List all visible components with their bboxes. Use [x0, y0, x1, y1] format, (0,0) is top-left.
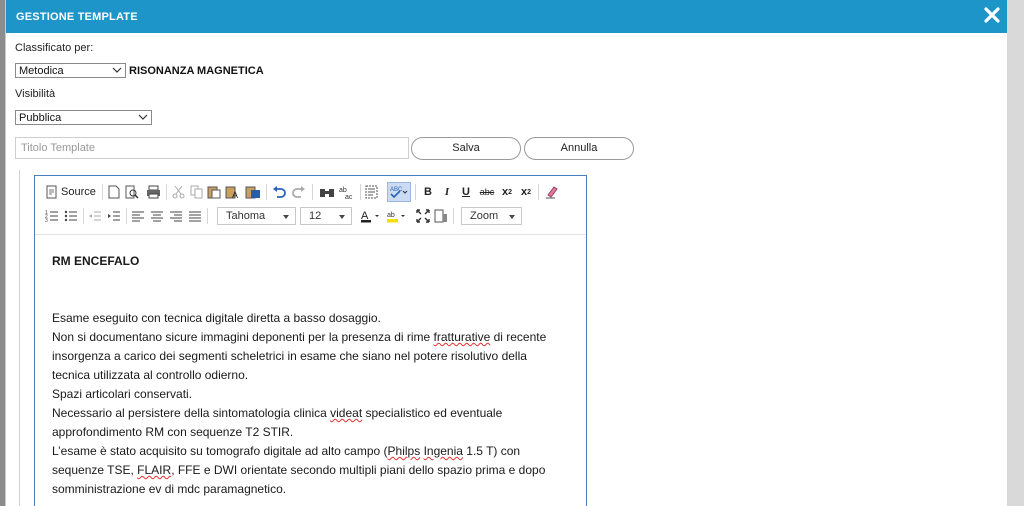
svg-text:A: A	[232, 190, 238, 199]
toolbar-separator	[207, 208, 208, 224]
template-title-input[interactable]: Titolo Template	[15, 137, 409, 159]
maximize-icon[interactable]	[416, 208, 430, 224]
superscript-icon[interactable]: x2	[519, 184, 533, 200]
toolbar-separator	[453, 208, 454, 224]
align-center-icon[interactable]	[150, 208, 164, 224]
paste-icon[interactable]	[207, 184, 221, 200]
misspelled-word: videat	[330, 406, 363, 420]
toolbar-separator	[415, 184, 416, 200]
toolbar-separator	[102, 184, 103, 200]
document-heading: RM ENCEFALO	[52, 254, 140, 268]
visibility-select-value: Pubblica	[19, 112, 62, 124]
spellcheck-icon[interactable]: ABC	[387, 182, 411, 202]
align-left-icon[interactable]	[131, 208, 145, 224]
select-all-icon[interactable]	[365, 184, 381, 200]
font-family-select[interactable]: Tahoma	[217, 207, 296, 225]
text-color-icon[interactable]: A	[360, 208, 382, 224]
cut-icon[interactable]	[171, 184, 185, 200]
source-icon	[45, 185, 59, 199]
misspelled-word: Philps	[387, 444, 421, 458]
paragraph-5-text: L’esame è stato acquisito su tomografo d…	[52, 444, 388, 458]
numbered-list-icon[interactable]: 123	[45, 208, 59, 224]
backdrop	[1007, 0, 1024, 506]
misspelled-word: FLAIR	[137, 463, 172, 477]
paragraph-2: Non si documentano sicure immagini depon…	[52, 328, 566, 385]
subscript-mark: 2	[508, 188, 513, 196]
paragraph-4: Necessario al persistere della sintomato…	[52, 404, 566, 442]
misspelled-word: Ingenia	[423, 444, 463, 458]
chevron-down-icon	[339, 215, 345, 219]
paragraph-2-text: Non si documentano sicure immagini depon…	[52, 330, 434, 344]
template-modal: GESTIONE TEMPLATE Classificato per: Meto…	[5, 0, 1007, 506]
paste-text-icon[interactable]: A	[225, 184, 241, 200]
align-right-icon[interactable]	[169, 208, 183, 224]
find-icon[interactable]	[319, 184, 335, 200]
show-blocks-icon[interactable]	[434, 208, 448, 224]
rich-text-editor[interactable]: Source A ab ac ABC B I U abc x 2 x 2 1 2…	[34, 175, 587, 506]
svg-text:ab: ab	[339, 187, 347, 194]
font-size-value: 12	[309, 210, 322, 222]
classified-select-value: Metodica	[19, 65, 64, 77]
toolbar-separator	[166, 184, 167, 200]
source-label: Source	[61, 186, 96, 198]
divider	[19, 170, 20, 506]
zoom-value: Zoom	[470, 210, 499, 222]
paragraph-3: Spazi articolari conservati.	[52, 387, 193, 401]
svg-text:ABC: ABC	[390, 187, 403, 193]
classified-select[interactable]: Metodica	[15, 63, 126, 78]
svg-text:ac: ac	[345, 194, 353, 199]
cancel-button[interactable]: Annulla	[524, 137, 634, 160]
visibility-select[interactable]: Pubblica	[15, 110, 152, 125]
copy-icon[interactable]	[189, 184, 203, 200]
bold-icon[interactable]: B	[421, 184, 435, 200]
strike-icon[interactable]: abc	[478, 184, 496, 200]
source-button[interactable]: Source	[45, 184, 99, 200]
toolbar-separator	[360, 184, 361, 200]
close-icon[interactable]	[981, 4, 1003, 26]
undo-icon[interactable]	[271, 184, 287, 200]
paragraph-4-text: Necessario al persistere della sintomato…	[52, 406, 331, 420]
preview-icon[interactable]	[125, 184, 139, 200]
new-page-icon[interactable]	[107, 184, 121, 200]
justify-icon[interactable]	[188, 208, 202, 224]
svg-text:ab: ab	[387, 212, 395, 219]
toolbar-separator	[266, 184, 267, 200]
modality-label: RISONANZA MAGNETICA	[129, 65, 264, 77]
bg-color-icon[interactable]: ab	[386, 208, 408, 224]
svg-text:3: 3	[45, 218, 48, 223]
modal-titlebar: GESTIONE TEMPLATE	[6, 0, 1007, 33]
bulleted-list-icon[interactable]	[64, 208, 78, 224]
misspelled-word: fratturative	[433, 330, 491, 344]
editor-content[interactable]: RM ENCEFALO Esame eseguito con tecnica d…	[35, 234, 586, 499]
zoom-select[interactable]: Zoom	[461, 207, 522, 225]
toolbar-separator	[312, 184, 313, 200]
paste-word-icon[interactable]	[245, 184, 261, 200]
indent-icon[interactable]	[107, 208, 121, 224]
modal-title: GESTIONE TEMPLATE	[16, 11, 138, 23]
chevron-down-icon	[138, 111, 148, 124]
toolbar-separator	[83, 208, 84, 224]
editor-toolbar: Source A ab ac ABC B I U abc x 2 x 2 1 2…	[35, 176, 586, 235]
paragraph-5: L’esame è stato acquisito su tomografo d…	[52, 442, 566, 499]
classified-label: Classificato per:	[15, 42, 94, 54]
save-button[interactable]: Salva	[411, 137, 521, 160]
chevron-down-icon	[283, 215, 289, 219]
underline-icon[interactable]: U	[459, 184, 473, 200]
font-size-select[interactable]: 12	[300, 207, 352, 225]
toolbar-separator	[126, 208, 127, 224]
outdent-icon[interactable]	[88, 208, 102, 224]
chevron-down-icon	[509, 215, 515, 219]
chevron-down-icon	[112, 64, 122, 77]
superscript-mark: 2	[527, 188, 532, 196]
redo-icon[interactable]	[291, 184, 307, 200]
visibility-label: Visibilità	[15, 88, 56, 100]
italic-icon[interactable]: I	[440, 184, 454, 200]
font-family-value: Tahoma	[226, 210, 266, 222]
toolbar-separator	[538, 184, 539, 200]
remove-format-icon[interactable]	[544, 184, 560, 200]
print-icon[interactable]	[145, 184, 161, 200]
replace-icon[interactable]: ab ac	[339, 184, 355, 200]
paragraph-1: Esame eseguito con tecnica digitale dire…	[52, 311, 381, 325]
subscript-icon[interactable]: x2	[500, 184, 514, 200]
